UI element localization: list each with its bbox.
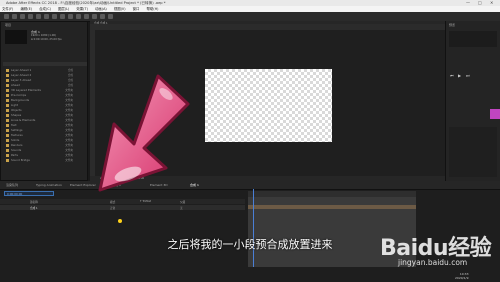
folder-icon [6,138,9,142]
menu-view[interactable]: 视图(V) [114,7,126,11]
pointer-arrow-icon [98,74,190,192]
timeline-search-input[interactable]: 0:00:00:00 [4,191,54,196]
brush-tool-icon[interactable] [84,14,89,19]
composition-icon [6,73,9,77]
hand-tool-icon[interactable] [20,14,25,19]
folder-icon [6,153,9,157]
list-item[interactable]: Pre-Comps 文件夹 [5,93,83,97]
composition-canvas[interactable] [205,69,332,142]
list-item[interactable]: Objects 文件夹 [5,108,83,112]
puppet-tool-icon[interactable] [108,14,113,19]
color-swatch[interactable] [490,109,500,119]
layer-parent[interactable]: 无 [180,206,183,210]
menu-effect[interactable]: 效果(T) [76,7,88,11]
list-item[interactable]: Backgrounds 文件夹 [5,98,83,102]
stamp-tool-icon[interactable] [92,14,97,19]
project-panel: 项目 合成 1 1920 x 1080 (1.00) Δ 0:00:10:00,… [0,21,88,181]
menu-edit[interactable]: 编辑(E) [20,7,32,11]
layer-row[interactable]: 合成 1 正常 无 [0,205,245,210]
pan-behind-tool-icon[interactable] [52,14,57,19]
current-time-indicator[interactable] [253,189,254,267]
window-title: Adobe After Effects CC 2018 - F:\百度经验\20… [6,1,166,5]
tab-render-queue[interactable]: 渲染队列 [6,183,18,187]
list-item[interactable]: Layer Ahead 1 合成 [5,68,83,72]
folder-icon [6,143,9,147]
camera-tool-icon[interactable] [44,14,49,19]
menu-window[interactable]: 窗口 [133,7,140,11]
tray-date: 2020/1/9 [455,276,469,280]
list-item[interactable]: Sound Bridge 文件夹 [5,158,83,162]
menu-composition[interactable]: 合成(C) [39,7,51,11]
project-thumbnail [5,30,27,44]
folder-icon [6,123,9,127]
timeline-tabs: 渲染队列 Typing Animation Element Explorer 合… [0,181,500,190]
preview-tab[interactable]: 预览 [449,23,455,27]
folder-icon [6,93,9,97]
list-item[interactable]: Text 文件夹 [5,123,83,127]
column-parent[interactable]: 父级 [180,200,185,204]
shape-tool-icon[interactable] [60,14,65,19]
list-item[interactable]: Layer 3 Ahead 合成 [5,78,83,82]
list-item[interactable]: Sounds 文件夹 [5,148,83,152]
list-item[interactable]: Textures 文件夹 [5,133,83,137]
play-icon[interactable]: ▶ [458,73,461,78]
list-item[interactable]: 3D Layered Elements 文件夹 [5,88,83,92]
project-search[interactable] [3,62,87,66]
folder-icon [6,133,9,137]
composition-icon [6,68,9,72]
folder-icon [6,103,9,107]
last-frame-icon[interactable]: ⏭ [466,73,470,78]
list-item[interactable]: Light 文件夹 [5,103,83,107]
eraser-tool-icon[interactable] [100,14,105,19]
layer-column-header: 源名称 模式 T TrkMat 父级 [0,199,245,204]
menu-animation[interactable]: 动画(A) [95,7,107,11]
layer-duration-bar[interactable] [248,205,416,209]
folder-icon [6,118,9,122]
first-frame-icon[interactable]: ⏮ [450,73,454,78]
list-item[interactable]: Ahead 合成 [5,83,83,87]
layer-name[interactable]: 合成 1 [30,206,38,210]
column-mode[interactable]: 模式 [110,200,115,204]
folder-icon [6,148,9,152]
preview-duration: Δ 0:00:10:00, 25.00 fps [31,38,62,41]
list-item[interactable]: Parts 文件夹 [5,153,83,157]
project-tab[interactable]: 项目 [5,23,11,27]
menu-layer[interactable]: 图层(L) [58,7,69,11]
list-item[interactable]: Layer Ahead 2 合成 [5,73,83,77]
list-item[interactable]: Renders 文件夹 [5,143,83,147]
info-area [449,31,497,47]
selection-tool-icon[interactable] [12,14,17,19]
folder-icon [6,88,9,92]
home-tool-icon[interactable] [4,14,9,19]
mouse-cursor-icon [118,219,122,223]
list-item[interactable]: Lines & Elements 文件夹 [5,118,83,122]
folder-icon [6,98,9,102]
character-panel [449,127,497,177]
pen-tool-icon[interactable] [68,14,73,19]
system-tray: 10:33 2020/1/9 [455,272,468,280]
preview-info: 1920 x 1080 (1.00) [31,34,57,37]
column-trkmat[interactable]: T TrkMat [140,200,151,203]
list-item[interactable]: Solids 文件夹 [5,138,83,142]
menu-file[interactable]: 文件(F) [2,7,13,11]
zoom-tool-icon[interactable] [28,14,33,19]
list-item[interactable]: Shapes 文件夹 [5,113,83,117]
tab-typing[interactable]: Typing Animation [36,183,62,187]
composition-icon [6,83,9,87]
project-item-list: Layer Ahead 1 合成 Layer Ahead 2 合成 Layer 3 … [3,68,85,178]
list-item[interactable]: Settings 文件夹 [5,128,83,132]
menu-help[interactable]: 帮助(H) [147,7,159,11]
folder-icon [6,128,9,132]
baidu-watermark-url: jingyan.baidu.com [398,258,468,267]
layer-mode[interactable]: 正常 [110,206,115,210]
right-panels: 预览 ⏮ ▶ ⏭ [445,21,500,181]
composition-icon [6,78,9,82]
folder-icon [6,158,9,162]
column-source-name[interactable]: 源名称 [30,200,38,204]
text-tool-icon[interactable] [76,14,81,19]
folder-icon [6,108,9,112]
playback-controls: ⏮ ▶ ⏭ [450,73,496,78]
folder-icon [6,113,9,117]
rotate-tool-icon[interactable] [36,14,41,19]
